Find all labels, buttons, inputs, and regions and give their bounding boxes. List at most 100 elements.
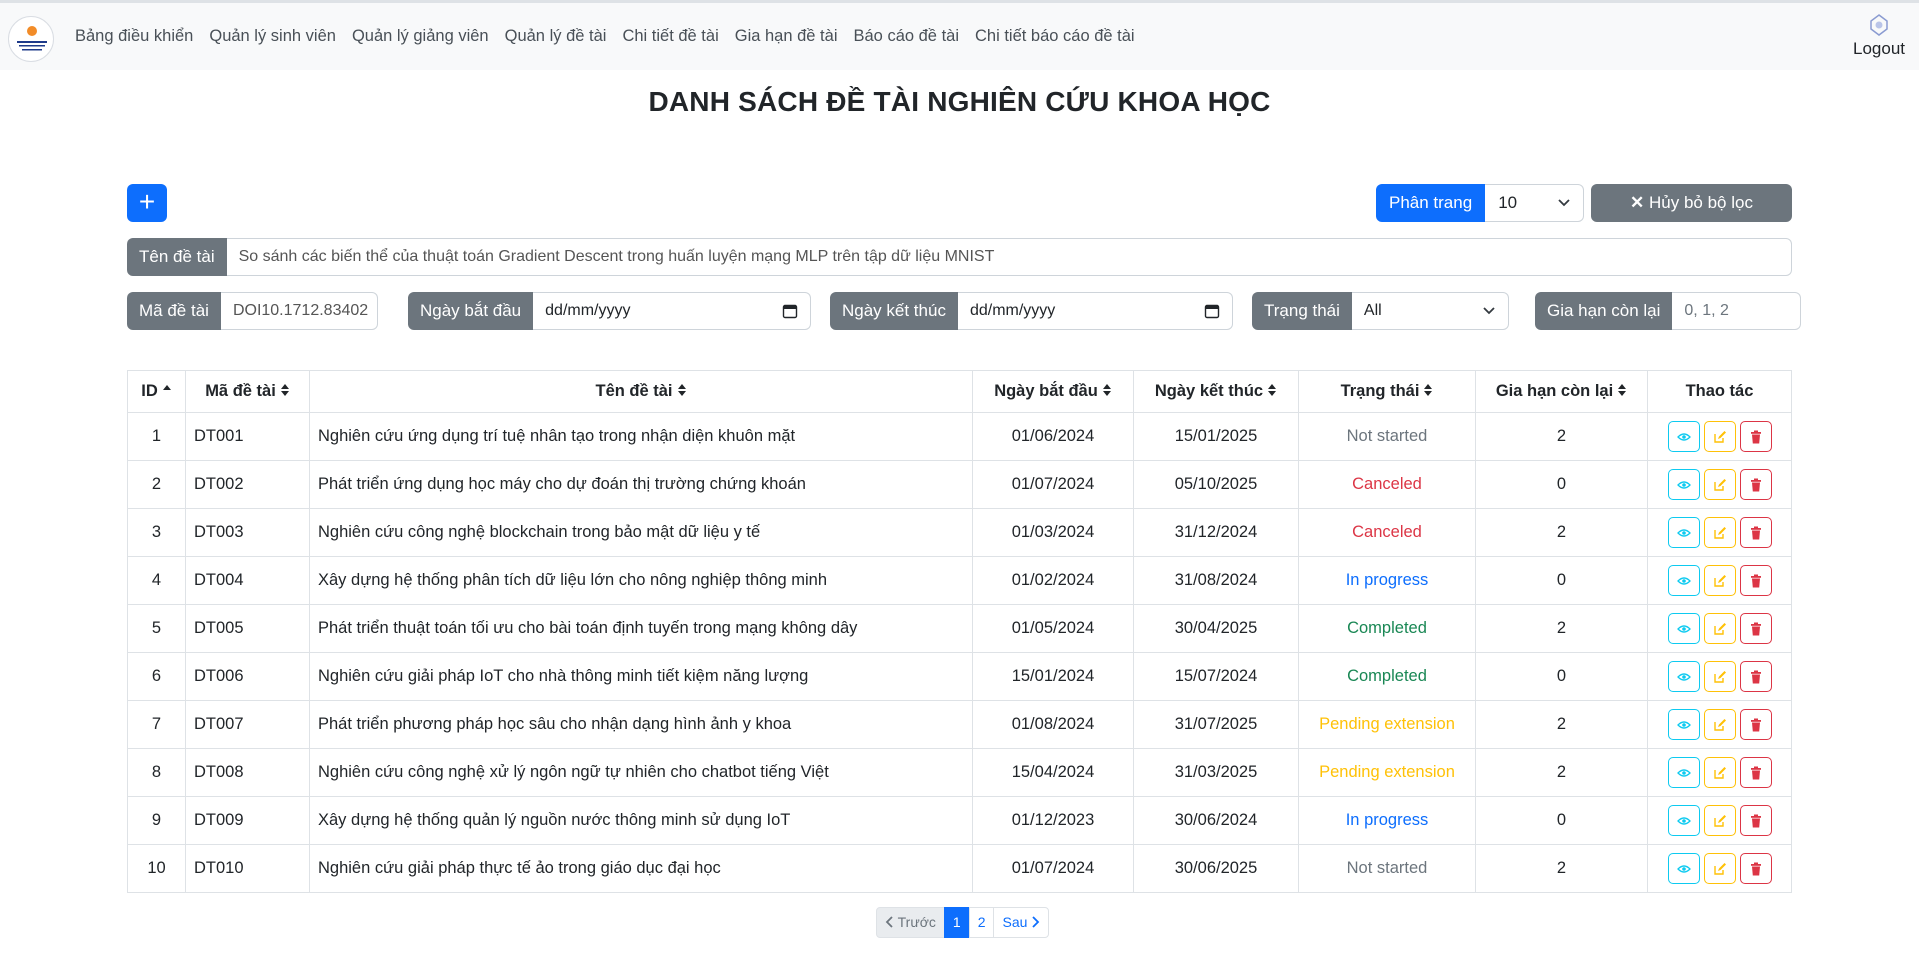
- add-topic-button[interactable]: +: [127, 184, 167, 222]
- delete-button[interactable]: [1739, 469, 1772, 500]
- view-button[interactable]: [1667, 517, 1700, 548]
- cell-name: Nghiên cứu ứng dụng trí tuệ nhân tạo tro…: [309, 412, 973, 461]
- calendar-icon[interactable]: [782, 303, 798, 319]
- row-actions: [1656, 469, 1783, 500]
- status-select[interactable]: All: [1351, 292, 1509, 330]
- view-button[interactable]: [1667, 421, 1700, 452]
- view-button[interactable]: [1667, 853, 1700, 884]
- view-button[interactable]: [1667, 613, 1700, 644]
- topic-name-input[interactable]: So sánh các biến thể của thuật toán Grad…: [226, 238, 1792, 276]
- user-avatar-icon[interactable]: [1868, 13, 1890, 37]
- nav-link-topics[interactable]: Quản lý đề tài: [505, 27, 607, 46]
- table-row: 1 DT001 Nghiên cứu ứng dụng trí tuệ nhân t…: [127, 412, 1792, 461]
- university-logo[interactable]: [8, 16, 54, 62]
- col-header-id[interactable]: ID: [127, 370, 186, 413]
- cell-name: Nghiên cứu giải pháp thực tế ảo trong gi…: [309, 844, 973, 893]
- end-date-input[interactable]: dd/mm/yyyy: [957, 292, 1233, 330]
- view-button[interactable]: [1667, 805, 1700, 836]
- cell-extension: 2: [1475, 844, 1648, 893]
- pagination-size-label: Phân trang: [1376, 184, 1486, 222]
- pagination-size-select[interactable]: 10: [1485, 184, 1585, 222]
- cell-code: DT002: [185, 460, 310, 509]
- sort-icon: [677, 384, 686, 396]
- nav-link-lecturers[interactable]: Quản lý giảng viên: [352, 27, 489, 46]
- cell-name: Nghiên cứu công nghệ blockchain trong bả…: [309, 508, 973, 557]
- cell-id: 10: [127, 844, 186, 893]
- sort-icon: [1424, 384, 1433, 396]
- cell-start-date: 01/05/2024: [972, 604, 1134, 653]
- edit-button[interactable]: [1703, 805, 1736, 836]
- edit-button[interactable]: [1703, 565, 1736, 596]
- cell-extension: 2: [1475, 508, 1648, 557]
- delete-button[interactable]: [1739, 805, 1772, 836]
- edit-button[interactable]: [1703, 469, 1736, 500]
- col-header-end[interactable]: Ngày kết thúc: [1133, 370, 1299, 413]
- pagination-page-2[interactable]: 2: [968, 907, 995, 938]
- start-date-input[interactable]: dd/mm/yyyy: [533, 292, 812, 330]
- pagination-prev[interactable]: Trước: [876, 907, 945, 938]
- nav-link-students[interactable]: Quản lý sinh viên: [209, 27, 336, 46]
- cell-code: DT006: [185, 652, 310, 701]
- edit-button[interactable]: [1703, 853, 1736, 884]
- cell-actions: [1647, 796, 1792, 845]
- filter-status: Trạng thái All: [1252, 292, 1509, 330]
- cell-code: DT009: [185, 796, 310, 845]
- cell-id: 9: [127, 796, 186, 845]
- table-row: 10 DT010 Nghiên cứu giải pháp thực tế ảo t…: [127, 844, 1792, 893]
- delete-button[interactable]: [1739, 517, 1772, 548]
- eye-icon: [1676, 432, 1691, 441]
- col-header-start[interactable]: Ngày bắt đầu: [972, 370, 1134, 413]
- calendar-icon[interactable]: [1204, 303, 1220, 319]
- col-header-code[interactable]: Mã đề tài: [185, 370, 310, 413]
- logout-link[interactable]: Logout: [1849, 39, 1909, 59]
- edit-icon: [1713, 526, 1726, 539]
- col-header-name[interactable]: Tên đề tài: [309, 370, 973, 413]
- delete-button[interactable]: [1739, 661, 1772, 692]
- cell-id: 8: [127, 748, 186, 797]
- nav-link-report-details[interactable]: Chi tiết báo cáo đề tài: [975, 27, 1135, 46]
- col-header-extension[interactable]: Gia hạn còn lại: [1475, 370, 1648, 413]
- edit-button[interactable]: [1703, 757, 1736, 788]
- pagination-next[interactable]: Sau: [993, 907, 1050, 938]
- nav-link-topic-details[interactable]: Chi tiết đề tài: [622, 27, 718, 46]
- table-row: 6 DT006 Nghiên cứu giải pháp IoT cho nhà t…: [127, 652, 1792, 701]
- cell-actions: [1647, 508, 1792, 557]
- table-row: 9 DT009 Xây dựng hệ thống quản lý nguồn nư…: [127, 796, 1792, 845]
- edit-button[interactable]: [1703, 613, 1736, 644]
- nav-link-topic-extension[interactable]: Gia hạn đề tài: [735, 27, 838, 46]
- nav-link-dashboard[interactable]: Bảng điều khiển: [75, 27, 193, 46]
- nav-link-topic-reports[interactable]: Báo cáo đề tài: [854, 27, 960, 46]
- edit-button[interactable]: [1703, 517, 1736, 548]
- cell-name: Phát triển thuật toán tối ưu cho bài toá…: [309, 604, 973, 653]
- clear-filter-label: Hủy bỏ bộ lọc: [1649, 193, 1753, 212]
- delete-button[interactable]: [1739, 757, 1772, 788]
- trash-icon: [1750, 814, 1761, 827]
- edit-button[interactable]: [1703, 709, 1736, 740]
- extension-input[interactable]: 0, 1, 2: [1672, 292, 1802, 330]
- delete-button[interactable]: [1739, 709, 1772, 740]
- pagination-page-1[interactable]: 1: [943, 907, 970, 938]
- view-button[interactable]: [1667, 709, 1700, 740]
- row-actions: [1656, 565, 1783, 596]
- view-button[interactable]: [1667, 757, 1700, 788]
- col-header-label: Ngày kết thúc: [1154, 382, 1264, 400]
- edit-button[interactable]: [1703, 421, 1736, 452]
- clear-filter-button[interactable]: ✕ Hủy bỏ bộ lọc: [1591, 184, 1792, 222]
- sort-icon: [1618, 384, 1627, 396]
- edit-icon: [1713, 430, 1726, 443]
- delete-button[interactable]: [1739, 421, 1772, 452]
- topic-code-input[interactable]: DOI10.1712.83402: [220, 292, 378, 330]
- view-button[interactable]: [1667, 469, 1700, 500]
- filter-end-date: Ngày kết thúc dd/mm/yyyy: [830, 292, 1233, 330]
- edit-button[interactable]: [1703, 661, 1736, 692]
- row-actions: [1656, 613, 1783, 644]
- col-header-status[interactable]: Trạng thái: [1298, 370, 1476, 413]
- delete-button[interactable]: [1739, 565, 1772, 596]
- delete-button[interactable]: [1739, 613, 1772, 644]
- cell-end-date: 31/12/2024: [1133, 508, 1299, 557]
- filter-topic-code-label: Mã đề tài: [127, 292, 221, 330]
- view-button[interactable]: [1667, 565, 1700, 596]
- view-button[interactable]: [1667, 661, 1700, 692]
- cell-extension: 2: [1475, 412, 1648, 461]
- delete-button[interactable]: [1739, 853, 1772, 884]
